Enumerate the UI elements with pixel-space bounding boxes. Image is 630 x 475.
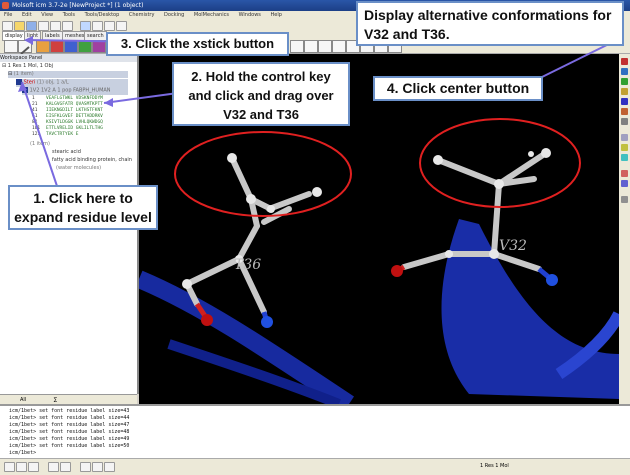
callout-center-button: 4. Click center button [373,76,543,101]
callout-xstick: 3. Click the xstick button [106,32,289,56]
arrow-head-3 [24,36,33,45]
callout-expand-residue: 1. Click here to expand residue level [8,185,158,230]
arrow-head-2 [104,98,113,107]
arrow-expand-residue [21,81,61,196]
callout-select-residues: 2. Hold the control key and click and dr… [172,62,350,126]
callout-display-alternatives: Display alternative conformations for V3… [356,1,624,46]
arrow-select-residues [103,92,179,104]
